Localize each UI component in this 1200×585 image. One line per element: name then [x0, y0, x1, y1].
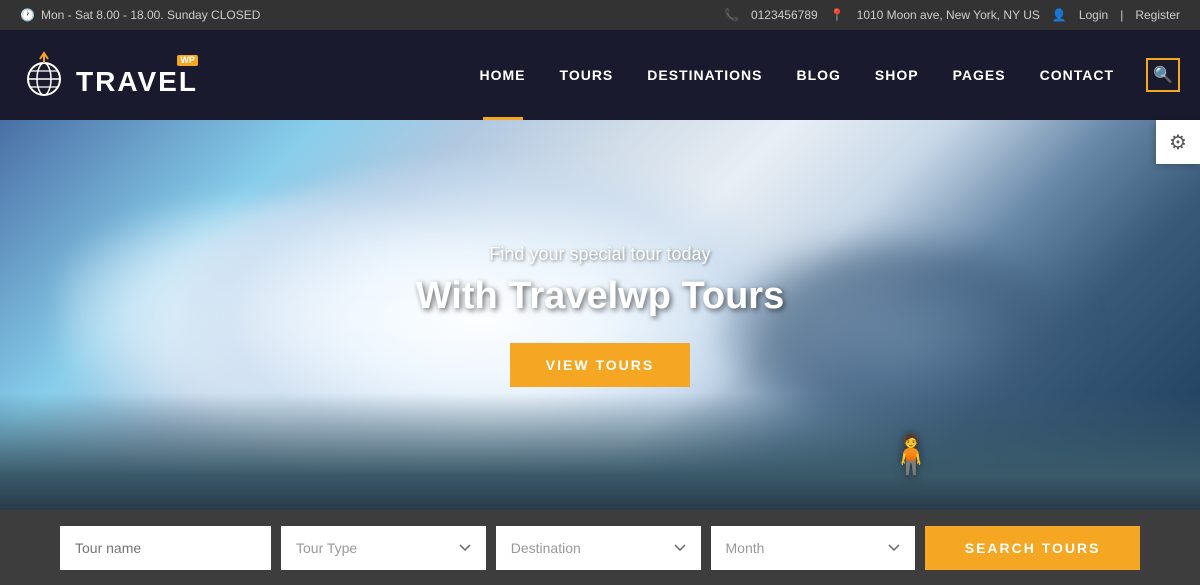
nav-item-shop[interactable]: SHOP [873, 30, 921, 120]
hero-title: With Travelwp Tours [416, 275, 784, 318]
pin-icon: 📍 [830, 8, 845, 22]
logo-globe-icon [20, 51, 68, 99]
tour-name-input[interactable] [60, 526, 271, 570]
top-bar: 🕐 Mon - Sat 8.00 - 18.00. Sunday CLOSED … [0, 0, 1200, 30]
month-select[interactable]: Month January February March April May J… [711, 526, 916, 570]
search-button[interactable]: 🔍 [1146, 58, 1180, 92]
register-link[interactable]: Register [1135, 8, 1180, 22]
hero-content: Find your special tour today With Travel… [416, 244, 784, 387]
nav-item-contact[interactable]: CONTACT [1038, 30, 1116, 120]
gear-icon: ⚙ [1169, 130, 1187, 155]
top-bar-left: 🕐 Mon - Sat 8.00 - 18.00. Sunday CLOSED [20, 8, 260, 22]
search-bar: Tour Type Adventure Cultural Beach Mount… [0, 510, 1200, 585]
logo[interactable]: WP TRAVEL [20, 51, 198, 99]
user-icon: 👤 [1052, 8, 1067, 22]
tour-type-select[interactable]: Tour Type Adventure Cultural Beach Mount… [281, 526, 486, 570]
nav-item-tours[interactable]: TOURS [558, 30, 616, 120]
separator: | [1120, 8, 1123, 22]
phone-icon: 📞 [724, 8, 739, 22]
ground-layer [0, 393, 1200, 510]
logo-wp-badge: WP [177, 55, 198, 66]
logo-travel-text: TRAVEL [76, 68, 198, 96]
nav-item-blog[interactable]: BLOG [794, 30, 842, 120]
address-text: 1010 Moon ave, New York, NY US [857, 8, 1040, 22]
view-tours-button[interactable]: VIEW TOURS [510, 343, 690, 387]
hero-figure: 🧍 [886, 432, 936, 479]
settings-button[interactable]: ⚙ [1156, 120, 1200, 164]
hours-text: Mon - Sat 8.00 - 18.00. Sunday CLOSED [41, 8, 260, 22]
hero-section: 🧍 Find your special tour today With Trav… [0, 120, 1200, 510]
login-link[interactable]: Login [1079, 8, 1108, 22]
top-bar-right: 📞 0123456789 📍 1010 Moon ave, New York, … [724, 8, 1180, 22]
clock-icon: 🕐 [20, 8, 35, 22]
hero-subtitle: Find your special tour today [416, 244, 784, 265]
nav-item-destinations[interactable]: DESTINATIONS [645, 30, 764, 120]
header: WP TRAVEL HOME TOURS DESTINATIONS BLOG S… [0, 30, 1200, 120]
phone-number: 0123456789 [751, 8, 818, 22]
main-nav: HOME TOURS DESTINATIONS BLOG SHOP PAGES … [478, 30, 1180, 120]
nav-item-home[interactable]: HOME [478, 30, 528, 120]
search-tours-button[interactable]: SEARCH TOURS [925, 526, 1140, 570]
destination-select[interactable]: Destination Europe Asia America Africa [496, 526, 701, 570]
logo-text: WP TRAVEL [76, 55, 198, 96]
nav-item-pages[interactable]: PAGES [951, 30, 1008, 120]
